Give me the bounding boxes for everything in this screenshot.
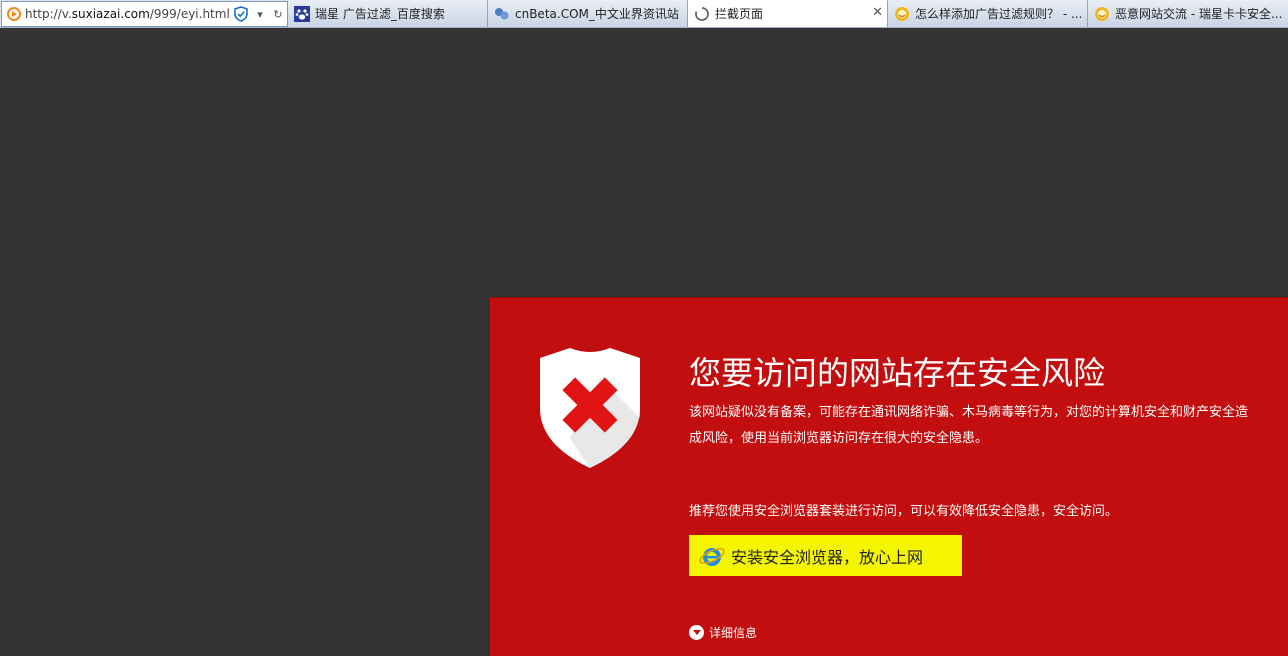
site-favicon-icon <box>7 7 21 21</box>
install-button-label: 安装安全浏览器，放心上网 <box>731 547 924 567</box>
rising-lion-icon <box>895 6 909 21</box>
chevron-down-circle-icon <box>689 625 704 640</box>
chevron-down-icon[interactable]: ▾ <box>253 8 267 21</box>
browser-tab-bar: http://v.suxiazai.com/999/eyi.html?! ▾ ↻… <box>0 0 1288 28</box>
url-prefix: http://v. <box>25 7 72 21</box>
tab-blocked-page[interactable]: 拦截页面 ✕ <box>688 0 888 27</box>
tab-baidu[interactable]: 瑞星 广告过滤_百度搜索 <box>288 0 488 27</box>
tab-ad-filter-rules[interactable]: 怎么样添加广告过滤规则？ - ... <box>888 0 1088 27</box>
address-url[interactable]: http://v.suxiazai.com/999/eyi.html?! <box>25 7 231 21</box>
url-domain: suxiazai.com <box>71 7 150 21</box>
details-label: 详细信息 <box>709 626 758 640</box>
refresh-icon[interactable]: ↻ <box>271 8 285 21</box>
security-warning-panel: 您要访问的网站存在安全风险 该网站疑似没有备案，可能存在通讯网络诈骗、木马病毒等… <box>489 297 1288 656</box>
url-suffix: /999/eyi.html?! <box>149 7 231 21</box>
baidu-paw-icon <box>294 5 310 22</box>
install-secure-browser-button[interactable]: 安装安全浏览器，放心上网 <box>689 535 962 576</box>
details-toggle[interactable]: 详细信息 <box>689 624 757 641</box>
security-shield-icon[interactable] <box>234 6 248 22</box>
tab-label: 瑞星 广告过滤_百度搜索 <box>315 7 445 21</box>
loading-icon <box>695 6 709 21</box>
rising-lion-icon <box>1095 6 1109 21</box>
close-icon[interactable]: ✕ <box>872 6 883 20</box>
cnbeta-icon <box>495 7 509 19</box>
tab-cnbeta[interactable]: cnBeta.COM_中文业界资讯站 <box>488 0 688 27</box>
recommendation-text: 推荐您使用安全浏览器套装进行访问，可以有效降低安全隐患，安全访问。 <box>689 504 1119 519</box>
warning-title: 您要访问的网站存在安全风险 <box>689 354 1106 392</box>
tab-label: 拦截页面 <box>715 7 764 21</box>
tab-label: cnBeta.COM_中文业界资讯站 <box>515 7 679 21</box>
tab-label: 怎么样添加广告过滤规则？ - ... <box>915 7 1081 21</box>
danger-shield-icon <box>540 348 640 468</box>
address-bar[interactable]: http://v.suxiazai.com/999/eyi.html?! ▾ ↻ <box>1 1 288 27</box>
tab-label: 恶意网站交流 - 瑞星卡卡安全... <box>1115 7 1282 21</box>
ie-browser-icon <box>699 547 725 566</box>
warning-description: 该网站疑似没有备案，可能存在通讯网络诈骗、木马病毒等行为，对您的计算机安全和财产… <box>689 405 1249 446</box>
tab-malicious-sites[interactable]: 恶意网站交流 - 瑞星卡卡安全... <box>1088 0 1288 27</box>
